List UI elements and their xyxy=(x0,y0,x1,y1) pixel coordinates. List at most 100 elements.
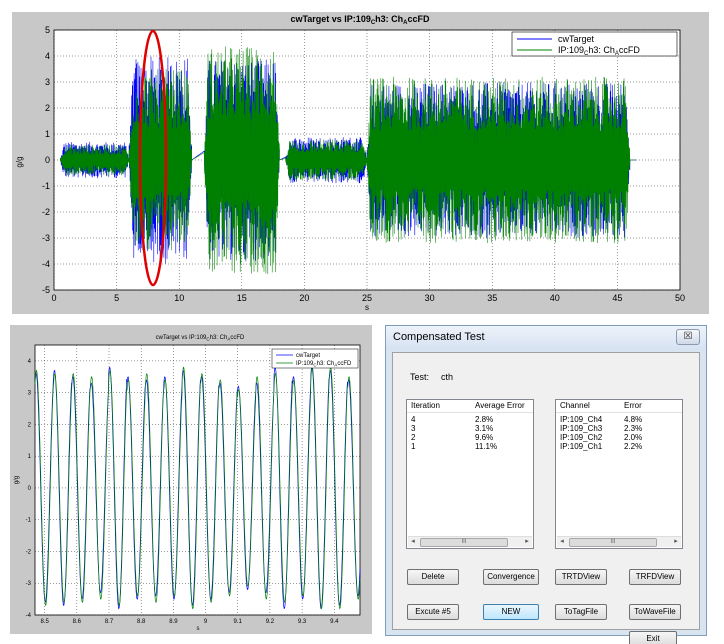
trfdview-button[interactable]: TRFDView xyxy=(629,569,681,585)
y-tick-label: 0 xyxy=(28,486,32,492)
x-tick-label: 8.7 xyxy=(105,619,114,625)
y-tick-label: 1 xyxy=(28,454,32,460)
scroll-left-icon[interactable]: ◂ xyxy=(408,537,418,547)
y-tick-label: 1 xyxy=(45,129,50,139)
y-tick-label: 2 xyxy=(45,103,50,113)
y-tick-label: 5 xyxy=(45,25,50,35)
bottom-x-ticks: 8.5 8.6 8.7 8.8 8.9 9 9.1 9.2 9.3 9.4 xyxy=(40,619,339,625)
x-tick-label: 40 xyxy=(550,293,560,303)
bottom-legend-response: IP:109Ch3: ChAccFD xyxy=(296,361,352,368)
iteration-cell: 11.1% xyxy=(475,442,498,451)
top-legend-target: cwTarget xyxy=(558,34,595,44)
close-icon[interactable]: ☒ xyxy=(676,329,700,345)
scroll-left-icon[interactable]: ◂ xyxy=(557,537,567,547)
header-average-error[interactable]: Average Error xyxy=(475,401,525,410)
iteration-listbox[interactable]: Iteration Average Error 4 2.8% 3 3.1% 2 9.6% 1… xyxy=(406,399,534,549)
top-y-label: g/g xyxy=(15,156,24,167)
top-x-label: s xyxy=(365,303,369,312)
x-tick-label: 10 xyxy=(174,293,184,303)
y-tick-label: -2 xyxy=(42,207,50,217)
bottom-y-ticks: 4 3 2 1 0 -1 -2 -3 -4 xyxy=(26,359,32,619)
new-button[interactable]: NEW xyxy=(483,604,539,620)
dialog-title-bar[interactable]: Compensated Test ☒ xyxy=(386,326,706,350)
convergence-button[interactable]: Convergence xyxy=(483,569,539,585)
test-label: Test: xyxy=(410,372,430,382)
x-tick-label: 8.8 xyxy=(137,619,146,625)
y-tick-label: -1 xyxy=(26,518,32,524)
scroll-right-icon[interactable]: ▸ xyxy=(671,537,681,547)
x-tick-label: 20 xyxy=(299,293,309,303)
x-tick-label: 45 xyxy=(612,293,622,303)
iteration-row[interactable]: 2 9.6% xyxy=(407,432,533,442)
scroll-thumb[interactable]: III xyxy=(420,538,508,547)
channel-hscrollbar[interactable]: ◂ III ▸ xyxy=(557,536,681,547)
scroll-right-icon[interactable]: ▸ xyxy=(522,537,532,547)
channel-row[interactable]: IP:109_Ch1 2.2% xyxy=(556,441,682,451)
bottom-x-label: s xyxy=(197,626,200,632)
bottom-chart-svg: cwTarget vs IP:109Ch3: ChAccFD 8.5 8.6 8.7… xyxy=(14,335,361,632)
x-tick-label: 9.2 xyxy=(266,619,275,625)
bottom-legend: cwTarget IP:109Ch3: ChAccFD xyxy=(271,348,359,369)
channel-row[interactable]: IP:109_Ch2 2.0% xyxy=(556,432,682,442)
y-tick-label: 4 xyxy=(28,359,32,365)
iteration-row[interactable]: 4 2.8% xyxy=(407,414,533,424)
dialog-body: Test: cth Iteration Average Error 4 2.8% 3… xyxy=(392,352,700,644)
bottom-legend-target: cwTarget xyxy=(296,353,320,359)
header-error[interactable]: Error xyxy=(624,401,642,410)
x-tick-label: 15 xyxy=(237,293,247,303)
y-tick-label: -4 xyxy=(42,259,50,269)
x-tick-label: 5 xyxy=(114,293,119,303)
y-tick-label: 3 xyxy=(45,77,50,87)
y-tick-label: -1 xyxy=(42,181,50,191)
y-tick-label: -4 xyxy=(26,613,32,619)
y-tick-label: 2 xyxy=(28,422,32,428)
x-tick-label: 8.6 xyxy=(73,619,82,625)
x-tick-label: 30 xyxy=(425,293,435,303)
x-tick-label: 9.3 xyxy=(298,619,307,625)
screenshot-root: cwTarget vs IP:109Ch3: ChAccFD 0 5 10 15 20 2… xyxy=(0,0,724,644)
x-tick-label: 50 xyxy=(675,293,685,303)
top-legend: cwTarget IP:109Ch3: ChAccFD xyxy=(511,31,678,57)
channel-row[interactable]: IP:109_Ch3 2.3% xyxy=(556,423,682,433)
dialog-title: Compensated Test xyxy=(393,331,485,343)
delete-button[interactable]: Delete xyxy=(407,569,459,585)
totagfile-button[interactable]: ToTagFile xyxy=(555,604,607,620)
excute-5-button[interactable]: Excute #5 xyxy=(407,604,459,620)
iteration-row[interactable]: 1 11.1% xyxy=(407,441,533,451)
towavefile-button[interactable]: ToWaveFile xyxy=(629,604,681,620)
channel-listbox[interactable]: Channel Error IP:109_Ch4 4.8% IP:109_Ch3 2.… xyxy=(555,399,683,549)
x-tick-label: 9 xyxy=(204,619,208,625)
iteration-row[interactable]: 3 3.1% xyxy=(407,423,533,433)
top-x-ticks: 0 5 10 15 20 25 30 35 40 45 50 xyxy=(51,293,685,303)
bottom-chart-title: cwTarget vs IP:109Ch3: ChAccFD xyxy=(156,335,245,342)
scroll-thumb[interactable]: III xyxy=(569,538,657,547)
y-tick-label: -3 xyxy=(42,233,50,243)
compensated-test-dialog: Compensated Test ☒ Test: cth Iteration A… xyxy=(385,325,707,644)
channel-row[interactable]: IP:109_Ch4 4.8% xyxy=(556,414,682,424)
y-tick-label: -3 xyxy=(26,581,32,587)
iteration-cell: 1 xyxy=(411,442,416,451)
iteration-list-header: Iteration Average Error xyxy=(407,400,533,413)
top-matlab-figure: cwTarget vs IP:109Ch3: ChAccFD 0 5 10 15 20 2… xyxy=(12,12,709,314)
test-value: cth xyxy=(441,372,454,382)
x-tick-label: 9.4 xyxy=(330,619,339,625)
header-channel[interactable]: Channel xyxy=(560,401,590,410)
trtdview-button[interactable]: TRTDView xyxy=(555,569,607,585)
y-tick-label: -2 xyxy=(26,549,32,555)
header-iteration[interactable]: Iteration xyxy=(411,401,440,410)
channel-list-header: Channel Error xyxy=(556,400,682,413)
y-tick-label: 3 xyxy=(28,391,32,397)
x-tick-label: 0 xyxy=(51,293,56,303)
y-tick-label: 4 xyxy=(45,51,50,61)
iteration-hscrollbar[interactable]: ◂ III ▸ xyxy=(408,536,532,547)
x-tick-label: 8.9 xyxy=(169,619,178,625)
bottom-y-label: g/g xyxy=(14,476,20,484)
y-tick-label: -5 xyxy=(42,285,50,295)
channel-cell: 2.2% xyxy=(624,442,643,451)
bottom-matlab-figure: cwTarget vs IP:109Ch3: ChAccFD 8.5 8.6 8.7… xyxy=(10,325,372,634)
channel-cell: IP:109_Ch1 xyxy=(560,442,603,451)
exit-button[interactable]: Exit xyxy=(629,631,677,644)
x-tick-label: 35 xyxy=(487,293,497,303)
y-tick-label: 0 xyxy=(45,155,50,165)
x-tick-label: 25 xyxy=(362,293,372,303)
